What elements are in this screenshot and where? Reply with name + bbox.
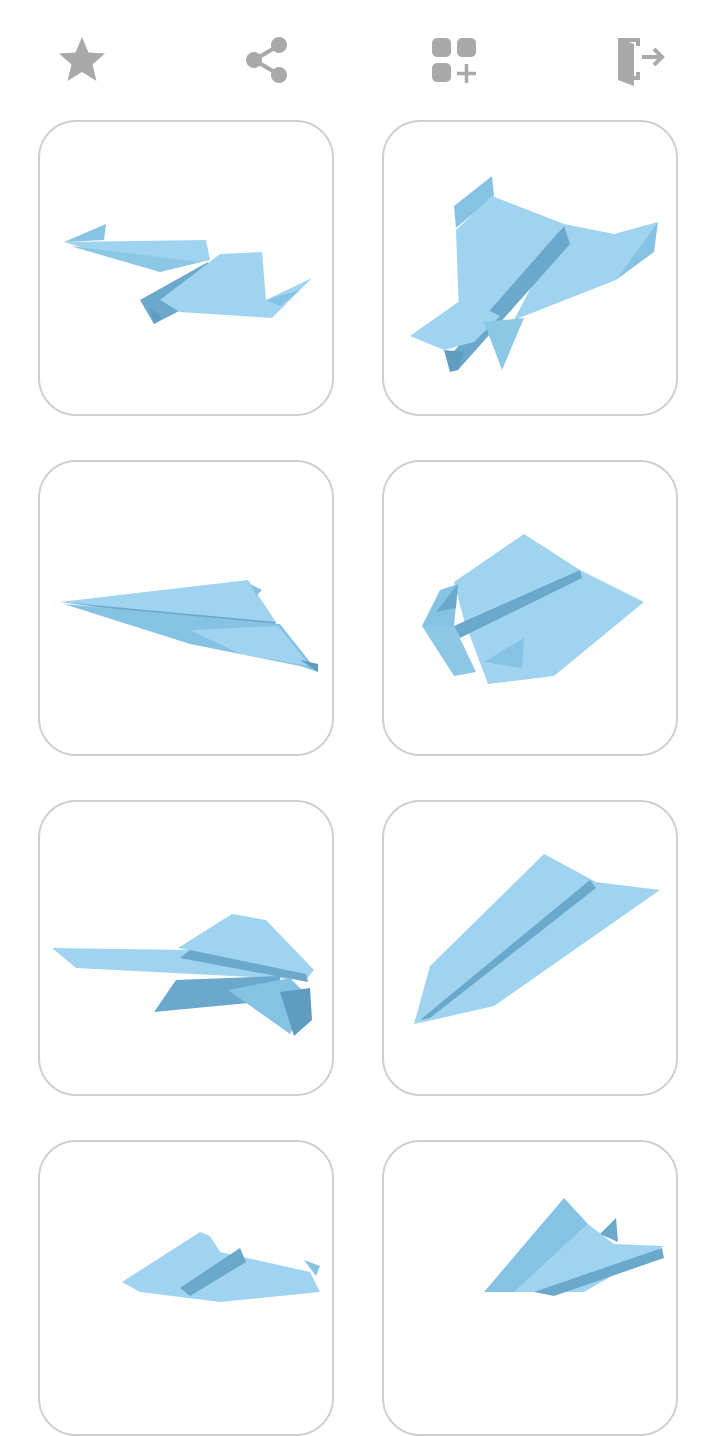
plane-card[interactable] [382, 800, 678, 1096]
plane-card[interactable] [38, 120, 334, 416]
plane-grid [0, 0, 720, 1436]
paper-plane-image [64, 224, 312, 324]
plane-card[interactable] [382, 120, 678, 416]
plane-card[interactable] [38, 1140, 334, 1436]
plane-card[interactable] [38, 800, 334, 1096]
paper-plane-image [122, 1232, 320, 1302]
paper-plane-image [422, 534, 644, 684]
plane-card[interactable] [382, 1140, 678, 1436]
paper-plane-image [52, 914, 314, 1036]
paper-plane-image [484, 1198, 664, 1296]
plane-card[interactable] [38, 460, 334, 756]
paper-plane-image [410, 176, 658, 372]
paper-plane-image [414, 854, 660, 1024]
paper-plane-image [60, 580, 318, 672]
plane-card[interactable] [382, 460, 678, 756]
